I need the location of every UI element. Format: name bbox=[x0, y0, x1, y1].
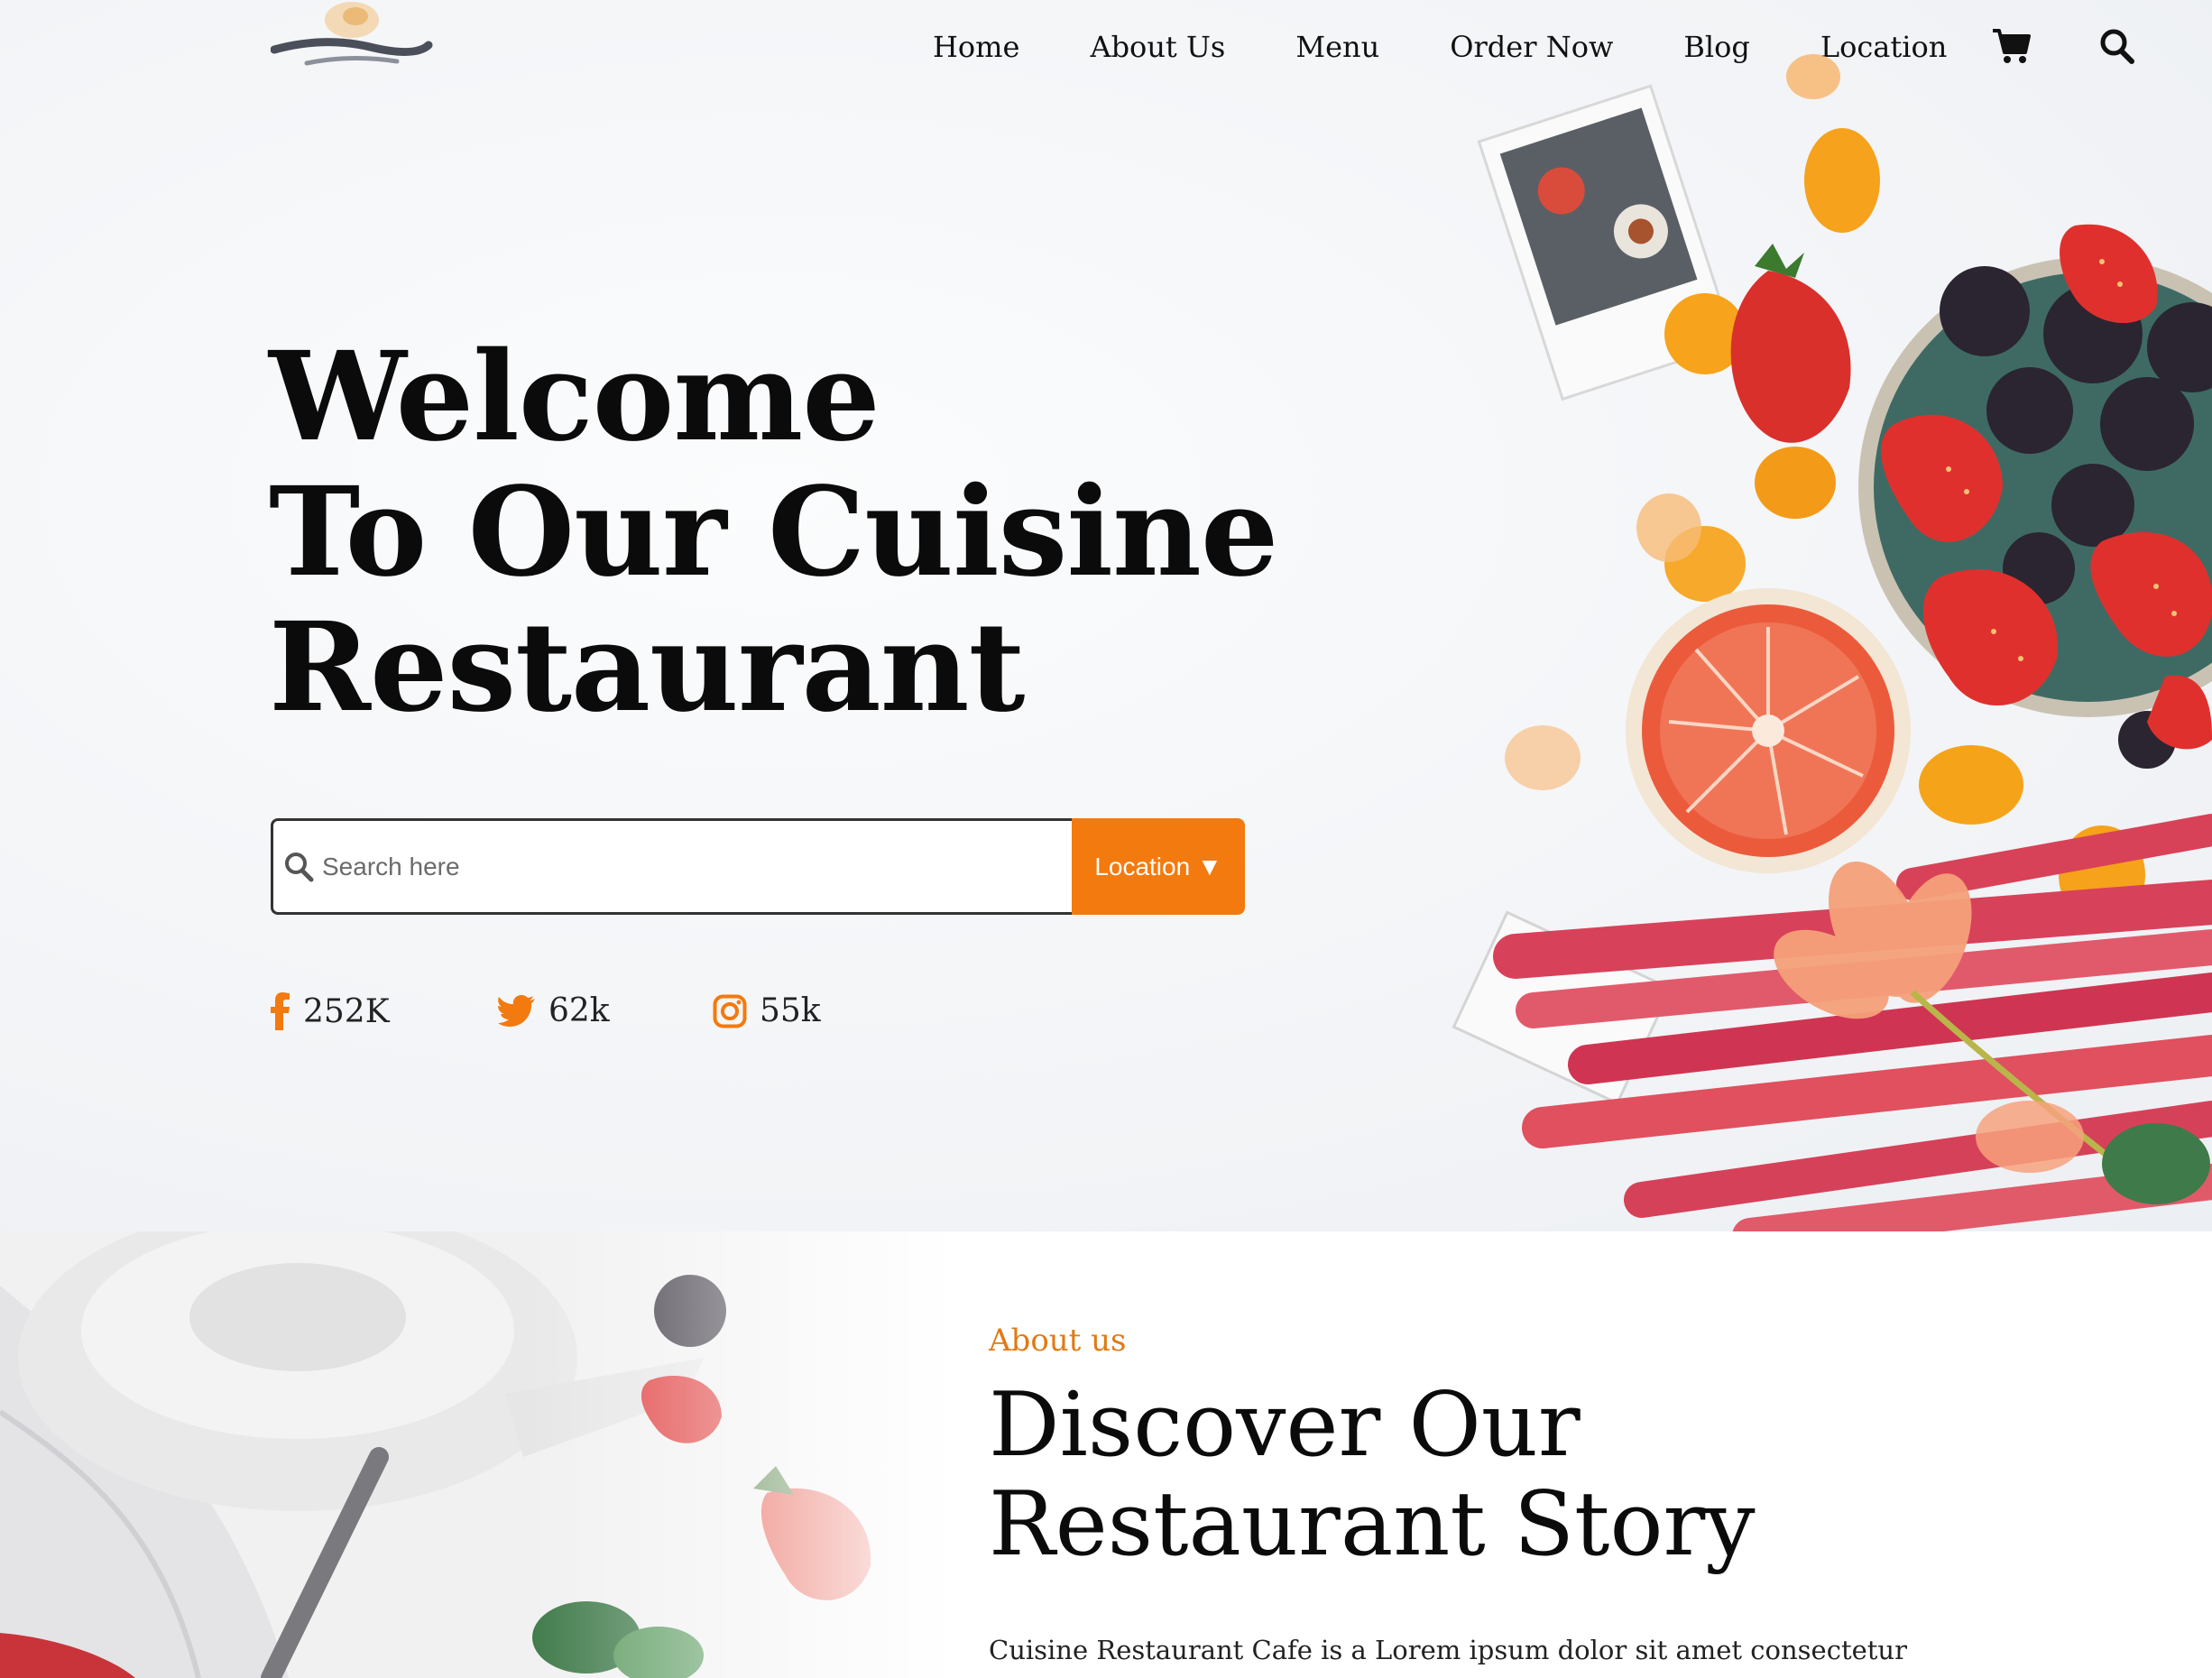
restaurant-logo[interactable] bbox=[271, 0, 433, 81]
twitter-count: 62k bbox=[548, 992, 610, 1029]
teapot-berries-image bbox=[0, 1231, 956, 1678]
about-title-line-2: Restaurant Story bbox=[989, 1473, 1756, 1576]
fruit-bowl-image bbox=[1452, 54, 2212, 1231]
hero-title: Welcome To Our Cuisine Restaurant bbox=[269, 325, 1278, 740]
twitter-icon bbox=[498, 994, 535, 1027]
search-field-wrapper bbox=[271, 818, 1072, 915]
instagram-stat[interactable]: 55k bbox=[713, 992, 821, 1029]
instagram-count: 55k bbox=[760, 992, 821, 1029]
about-title-line-1: Discover Our bbox=[989, 1374, 1581, 1477]
twitter-stat[interactable]: 62k bbox=[498, 992, 610, 1029]
hero-section: Home About Us Menu Order Now Blog Locati… bbox=[0, 0, 2212, 1231]
about-title: Discover Our Restaurant Story bbox=[989, 1376, 1756, 1574]
search-field-icon bbox=[285, 852, 314, 881]
facebook-icon bbox=[271, 992, 290, 1030]
instagram-icon bbox=[713, 994, 747, 1028]
nav-home[interactable]: Home bbox=[933, 30, 1019, 64]
about-text: Cuisine Restaurant Cafe is a Lorem ipsum… bbox=[989, 1635, 1907, 1665]
location-dropdown-button[interactable]: Location ▼ bbox=[1072, 818, 1245, 915]
hero-title-line-1: Welcome bbox=[269, 325, 880, 469]
about-kicker: About us bbox=[989, 1323, 1127, 1359]
search-input[interactable] bbox=[320, 851, 1072, 882]
hero-title-line-3: Restaurant bbox=[269, 595, 1025, 740]
facebook-count: 252K bbox=[303, 992, 390, 1030]
facebook-stat[interactable]: 252K bbox=[271, 992, 390, 1030]
nav-menu[interactable]: Menu bbox=[1295, 30, 1379, 64]
hero-search-bar: Location ▼ bbox=[271, 818, 1245, 915]
hero-title-line-2: To Our Cuisine bbox=[269, 460, 1278, 604]
nav-about-us[interactable]: About Us bbox=[1090, 30, 1225, 64]
